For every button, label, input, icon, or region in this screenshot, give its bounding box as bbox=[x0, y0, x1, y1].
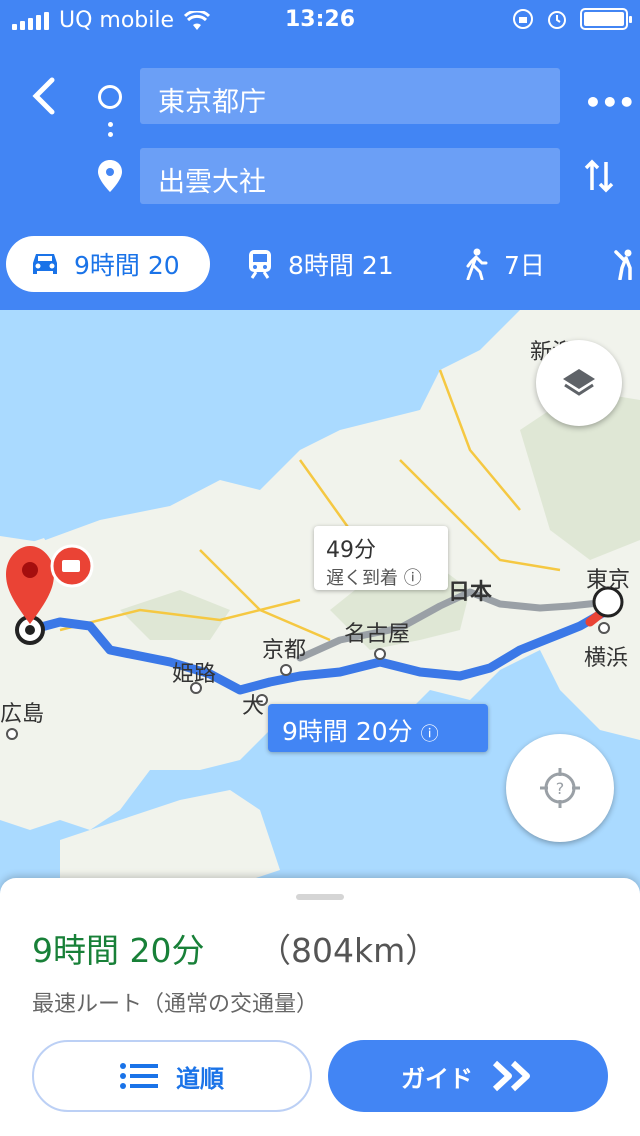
tab-car[interactable]: 9時間 20 bbox=[6, 236, 210, 292]
status-bar: UQ mobile 13:26 bbox=[0, 0, 640, 40]
city-label-osaka: 大 bbox=[242, 694, 265, 719]
destination-input[interactable]: 出雲大社 bbox=[140, 148, 560, 204]
tab-walk[interactable]: 7日 bbox=[462, 236, 545, 292]
location-crosshair-icon: ? bbox=[540, 768, 580, 808]
directions-header: UQ mobile 13:26 東京都庁 出雲大社 ••• 9時間 20 8時間… bbox=[0, 0, 640, 310]
city-label-himeji: 姫路 bbox=[172, 662, 217, 687]
info-icon: ⓘ bbox=[420, 724, 439, 745]
sheet-handle[interactable] bbox=[296, 894, 344, 900]
route-distance: （804km） bbox=[258, 931, 439, 970]
alarm-icon bbox=[548, 11, 566, 29]
tab-ride[interactable] bbox=[606, 236, 636, 292]
layers-icon bbox=[563, 369, 595, 396]
layers-button[interactable] bbox=[536, 340, 622, 426]
start-guide-button[interactable]: ガイド bbox=[328, 1040, 608, 1112]
origin-circle-icon bbox=[98, 85, 122, 109]
person-hailing-icon bbox=[614, 249, 632, 280]
route-duration: 9時間 20分 bbox=[32, 931, 205, 970]
double-chevron-icon bbox=[492, 1060, 530, 1092]
origin-input[interactable]: 東京都庁 bbox=[140, 68, 560, 124]
steps-button[interactable]: 道順 bbox=[32, 1040, 312, 1112]
battery-icon bbox=[580, 8, 632, 30]
list-icon bbox=[120, 1063, 158, 1089]
info-icon: ⓘ bbox=[403, 568, 422, 589]
my-location-button[interactable]: ? bbox=[506, 734, 614, 842]
walk-icon bbox=[466, 248, 488, 280]
main-route-callout[interactable]: 9時間 20分 ⓘ bbox=[268, 704, 488, 752]
destination-pin-icon bbox=[98, 160, 122, 192]
train-icon bbox=[249, 250, 271, 279]
svg-text:?: ? bbox=[556, 779, 565, 798]
alt-route-callout[interactable]: 49分 遅く到着 ⓘ bbox=[314, 526, 448, 590]
city-label-nagoya: 名古屋 bbox=[344, 622, 411, 647]
region-label-nihon: 日本 bbox=[448, 580, 493, 605]
car-icon bbox=[33, 254, 57, 274]
more-options-icon[interactable]: ••• bbox=[584, 86, 636, 119]
route-dots bbox=[108, 122, 113, 142]
city-label-hiroshima: 広島 bbox=[0, 702, 45, 727]
swap-icon[interactable] bbox=[584, 158, 614, 194]
city-label-yokohama: 横浜 bbox=[584, 646, 629, 671]
back-arrow-icon[interactable] bbox=[30, 76, 60, 116]
city-label-tokyo: 東京 bbox=[586, 568, 631, 593]
travel-mode-tabs: 9時間 20 8時間 21 7日 bbox=[0, 236, 640, 294]
main-route-time: 9時間 20分 bbox=[282, 717, 413, 746]
alt-route-note: 遅く到着 bbox=[326, 568, 398, 589]
city-label-kyoto: 京都 bbox=[262, 638, 307, 663]
alt-route-time: 49分 bbox=[326, 538, 376, 563]
guide-label: ガイド bbox=[401, 1064, 473, 1093]
steps-label: 道順 bbox=[176, 1064, 224, 1093]
tab-train[interactable]: 8時間 21 bbox=[246, 236, 394, 292]
orientation-lock-icon bbox=[513, 9, 533, 29]
route-summary-sheet: 9時間 20分 （804km） 最速ルート（通常の交通量） 道順 ガイド bbox=[0, 878, 640, 1136]
route-description: 最速ルート（通常の交通量） bbox=[32, 992, 319, 1017]
